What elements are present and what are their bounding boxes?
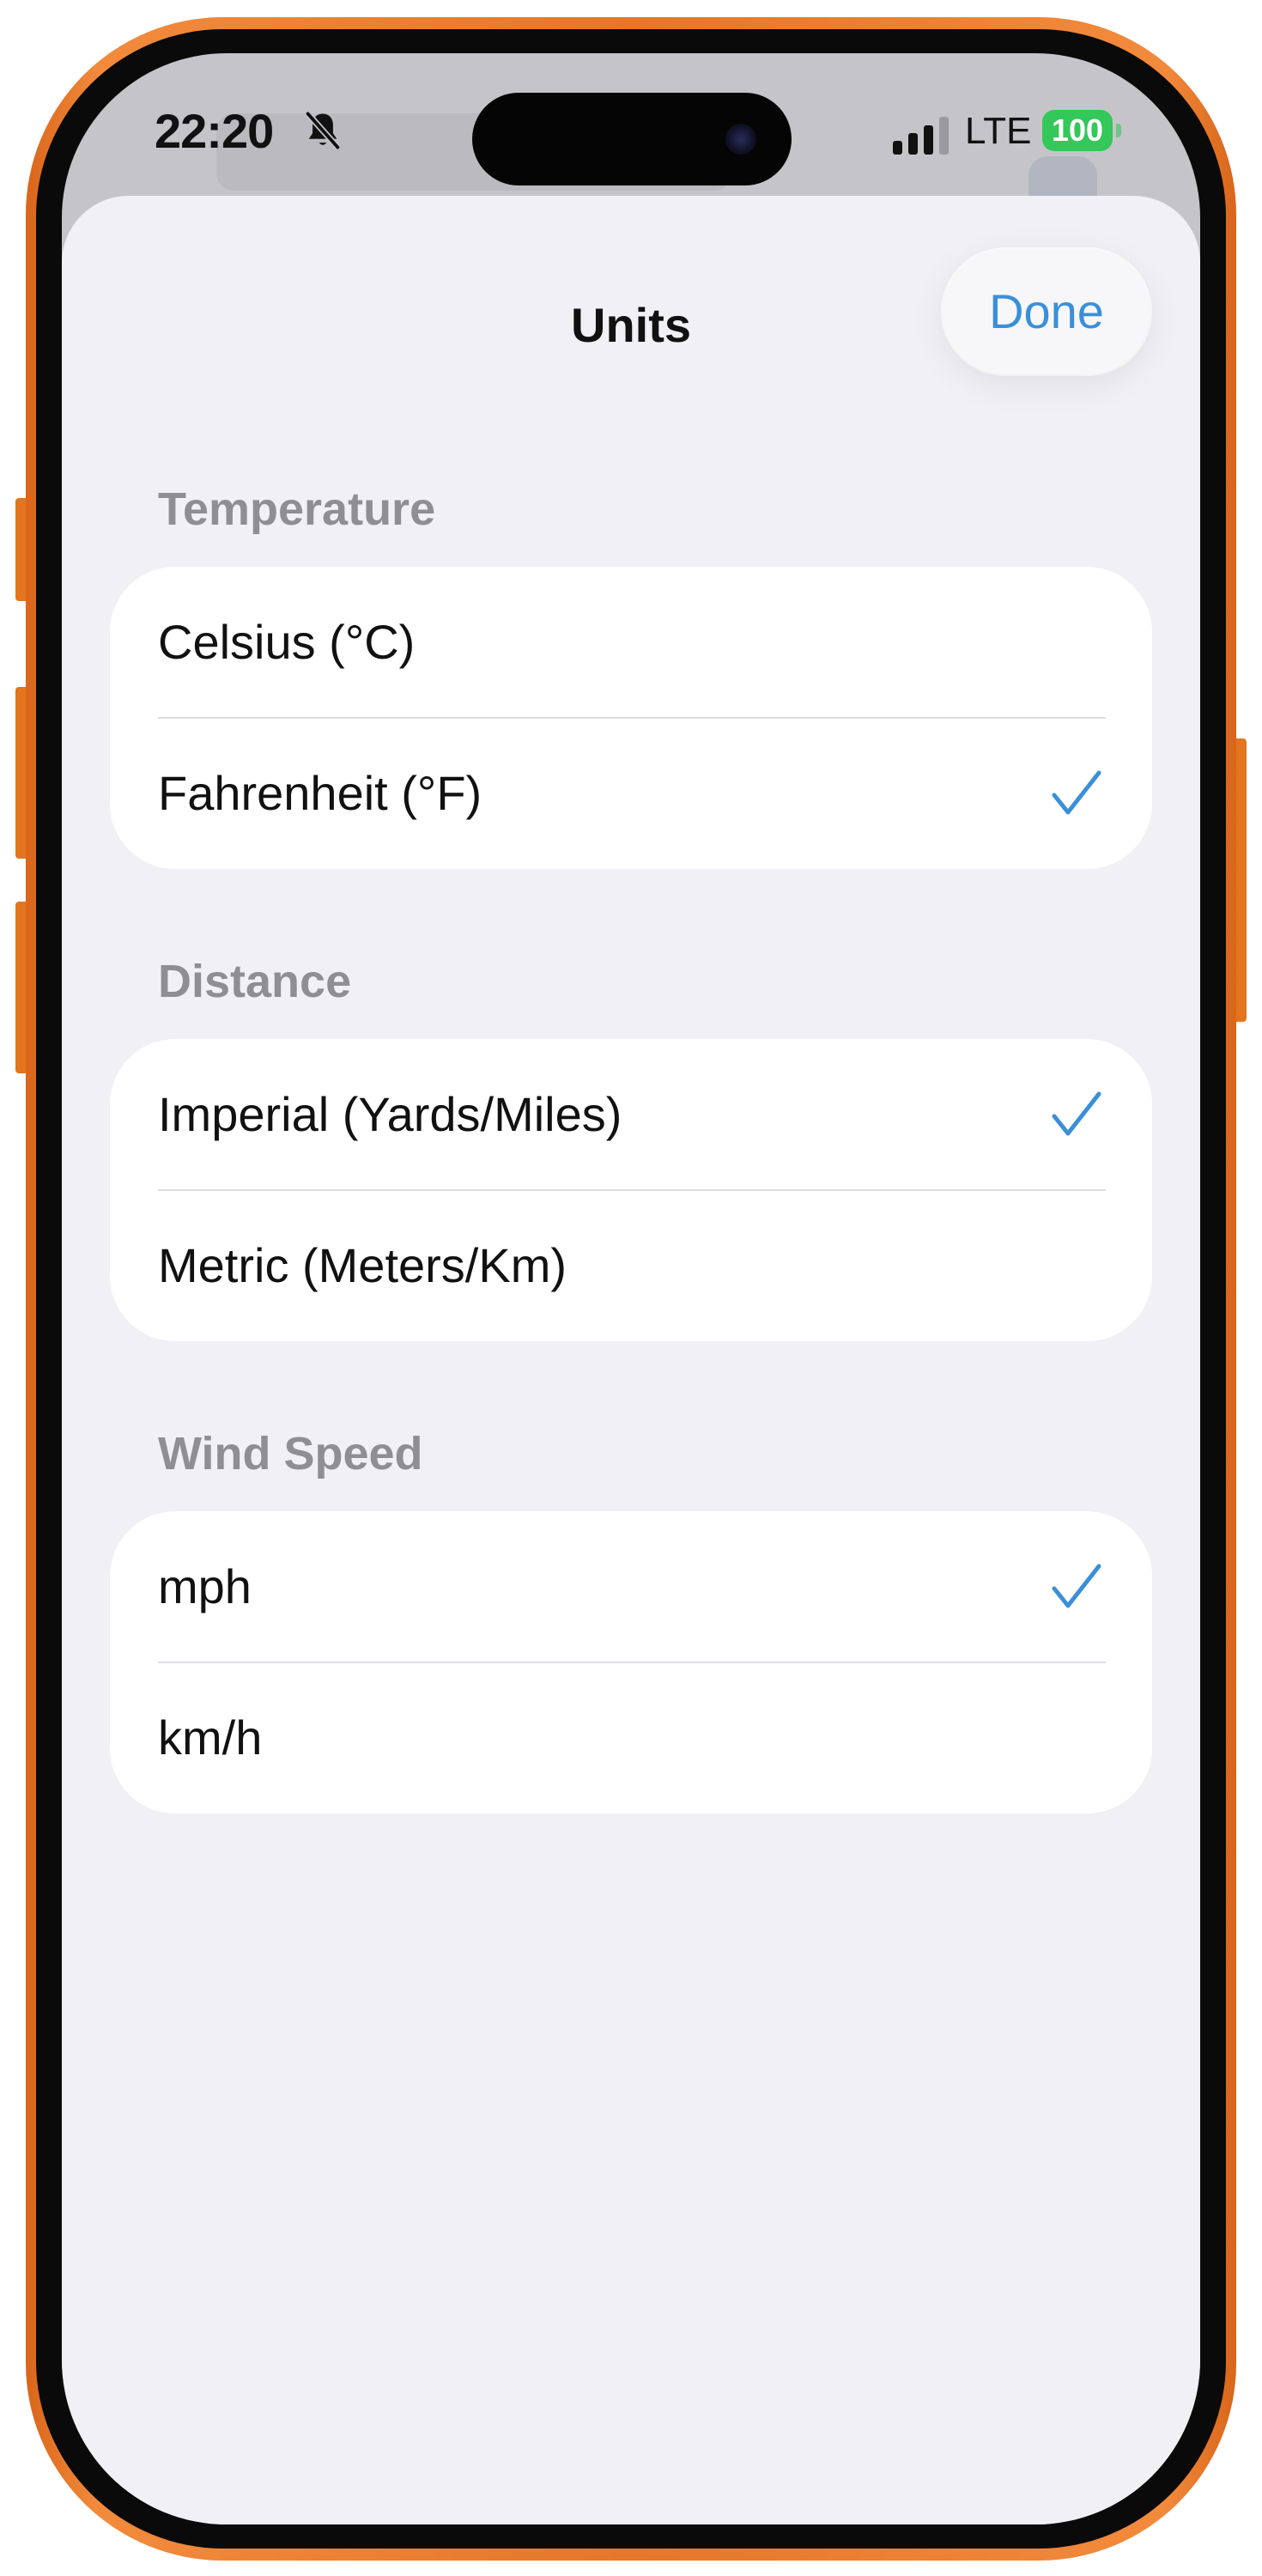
section-label-temperature: Temperature	[158, 483, 436, 535]
front-camera-icon	[725, 124, 756, 155]
option-celsius[interactable]: Celsius (°C)	[110, 567, 1152, 719]
units-sheet: Units Done Temperature Celsius (°C) Fahr…	[62, 196, 1200, 2524]
battery-indicator: 100	[1042, 110, 1113, 151]
option-label: Imperial (Yards/Miles)	[158, 1087, 622, 1141]
option-label: mph	[158, 1559, 252, 1613]
option-label: km/h	[158, 1710, 263, 1765]
checkmark-icon	[1052, 1564, 1101, 1608]
network-type: LTE	[965, 110, 1032, 152]
dynamic-island	[472, 93, 792, 185]
bell-slash-icon	[305, 112, 341, 149]
done-button[interactable]: Done	[943, 249, 1150, 374]
option-label: Metric (Meters/Km)	[158, 1238, 567, 1292]
option-mph[interactable]: mph	[110, 1511, 1152, 1663]
section-label-distance: Distance	[158, 956, 352, 1007]
option-imperial[interactable]: Imperial (Yards/Miles)	[110, 1039, 1152, 1191]
checkmark-icon	[1052, 1091, 1101, 1136]
wind-speed-group: mph km/h	[110, 1511, 1152, 1814]
temperature-group: Celsius (°C) Fahrenheit (°F)	[110, 567, 1152, 869]
distance-group: Imperial (Yards/Miles) Metric (Meters/Km…	[110, 1039, 1152, 1341]
status-time: 22:20	[155, 104, 274, 158]
option-metric[interactable]: Metric (Meters/Km)	[110, 1190, 1152, 1341]
screen: 22:20 LTE 100 Units Done Temperature Cel…	[62, 53, 1200, 2524]
checkmark-icon	[1052, 770, 1101, 815]
option-kmh[interactable]: km/h	[110, 1662, 1152, 1814]
option-fahrenheit[interactable]: Fahrenheit (°F)	[110, 718, 1152, 869]
battery-tip	[1116, 124, 1121, 137]
cellular-signal-icon	[893, 117, 949, 155]
option-label: Celsius (°C)	[158, 615, 416, 669]
section-label-wind-speed: Wind Speed	[158, 1428, 423, 1479]
option-label: Fahrenheit (°F)	[158, 766, 482, 820]
